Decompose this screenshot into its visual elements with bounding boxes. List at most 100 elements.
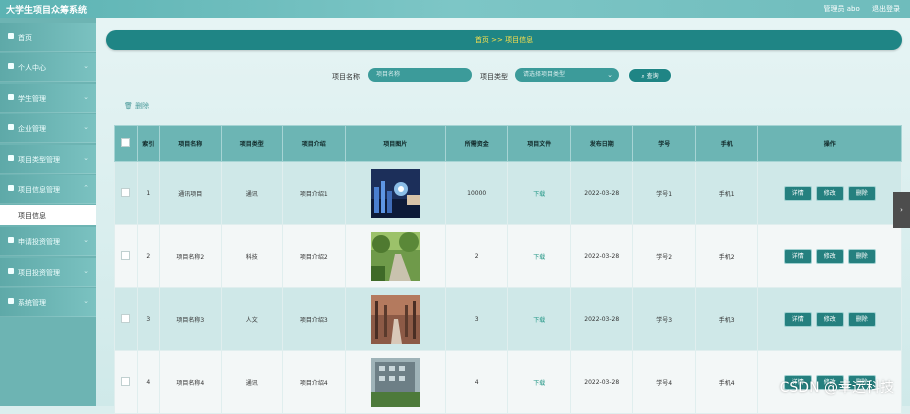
chevron-down-icon: ⌄ <box>83 267 89 275</box>
sidebar-item-label: 项目类型管理 <box>18 156 60 164</box>
detail-button[interactable]: 详情 <box>783 185 812 201</box>
sidebar-item-apply-invest[interactable]: 申请投资管理 ⌄ <box>0 227 96 256</box>
main-content: 首页 >> 项目信息 项目名称 项目名称 项目类型 请选择项目类型 ⌄ ⌕ 查询… <box>96 18 910 414</box>
header-student-no: 学号 <box>632 125 696 162</box>
cell-student-no: 学号4 <box>632 350 696 414</box>
sidebar-item-label: 个人中心 <box>18 64 46 72</box>
header-phone: 手机 <box>694 125 759 162</box>
apps-icon <box>8 298 14 304</box>
cell-actions: 详情 修改 删除 <box>757 287 902 351</box>
edit-button[interactable]: 修改 <box>815 248 844 264</box>
cell-date: 2022-03-28 <box>569 161 634 225</box>
project-name-label: 项目名称 <box>332 73 360 81</box>
row-checkbox[interactable] <box>121 250 131 260</box>
sidebar-item-label: 学生管理 <box>18 95 46 103</box>
chevron-down-icon: ⌄ <box>83 93 89 101</box>
sidebar-item-home[interactable]: 首页 <box>0 23 96 52</box>
cell-name: 通讯项目 <box>159 161 222 225</box>
sidebar: 首页 个人中心 ⌄ 学生管理 ⌄ 企业管理 ⌄ 项目类型管理 ⌄ 项目信息管理 … <box>0 18 96 406</box>
sidebar-item-label: 首页 <box>18 34 32 42</box>
query-button-label: 查询 <box>646 73 659 80</box>
edit-button[interactable]: 修改 <box>815 185 844 201</box>
sidebar-item-project-info[interactable]: 项目信息管理 ⌃ <box>0 175 96 204</box>
cell-funds: 10000 <box>444 161 509 225</box>
cell-student-no: 学号2 <box>632 224 696 288</box>
detail-button[interactable]: 详情 <box>783 311 812 327</box>
project-type-label: 项目类型 <box>480 73 508 81</box>
cell-name: 项目名称2 <box>159 224 222 288</box>
project-image-avenue[interactable] <box>370 294 420 344</box>
row-checkbox[interactable] <box>121 187 131 197</box>
batch-delete-button[interactable]: 🗑 删除 <box>124 101 149 111</box>
cell-type: 通讯 <box>220 161 284 225</box>
search-bar: 项目名称 项目名称 项目类型 请选择项目类型 ⌄ ⌕ 查询 <box>96 68 910 84</box>
cell-intro: 项目介绍4 <box>282 350 346 414</box>
header-select-all[interactable] <box>114 125 138 162</box>
header-file: 项目文件 <box>507 125 571 162</box>
cell-student-no: 学号1 <box>632 161 696 225</box>
delete-button[interactable]: 删除 <box>847 185 876 201</box>
project-type-select[interactable]: 请选择项目类型 ⌄ <box>515 68 619 82</box>
app-title: 大学生项目众筹系统 <box>6 6 88 16</box>
download-link[interactable]: 下载 <box>533 380 545 387</box>
sidebar-item-label: 企业管理 <box>18 125 46 133</box>
apps-icon <box>8 268 14 274</box>
sidebar-item-label: 系统管理 <box>18 299 46 307</box>
project-image-building[interactable] <box>370 357 420 407</box>
sidebar-item-system[interactable]: 系统管理 ⌄ <box>0 288 96 317</box>
list-icon <box>8 237 14 243</box>
search-icon: ⌕ <box>641 73 645 80</box>
project-image-tech[interactable] <box>370 168 420 218</box>
cell-phone: 手机2 <box>694 224 759 288</box>
header-image: 项目图片 <box>344 125 446 162</box>
chevron-down-icon: ⌄ <box>607 71 613 79</box>
cell-type: 科技 <box>220 224 284 288</box>
sidebar-item-companies[interactable]: 企业管理 ⌄ <box>0 114 96 143</box>
cell-type: 通讯 <box>220 350 284 414</box>
cell-image <box>344 224 446 288</box>
sidebar-item-project-types[interactable]: 项目类型管理 ⌄ <box>0 145 96 174</box>
query-button[interactable]: ⌕ 查询 <box>628 68 672 83</box>
delete-button[interactable]: 删除 <box>847 248 876 264</box>
cell-funds: 2 <box>444 224 509 288</box>
select-all-checkbox[interactable] <box>121 138 131 147</box>
project-type-placeholder: 请选择项目类型 <box>523 71 566 78</box>
edit-button[interactable]: 修改 <box>815 311 844 327</box>
cell-image <box>344 350 446 414</box>
cell-funds: 4 <box>444 350 509 414</box>
cell-date: 2022-03-28 <box>569 287 634 351</box>
cell-name: 项目名称4 <box>159 350 222 414</box>
cell-phone: 手机3 <box>694 287 759 351</box>
download-link[interactable]: 下载 <box>533 254 545 261</box>
sidebar-item-project-invest[interactable]: 项目投资管理 ⌄ <box>0 258 96 287</box>
chevron-down-icon: ⌄ <box>83 297 89 305</box>
table-header-row: 索引 项目名称 项目类型 项目介绍 项目图片 所需资金 项目文件 发布日期 学号… <box>114 125 902 162</box>
detail-button[interactable]: 详情 <box>783 248 812 264</box>
user-label: 管理员 abo <box>823 5 860 13</box>
project-name-input[interactable]: 项目名称 <box>368 68 472 82</box>
row-checkbox[interactable] <box>121 376 131 386</box>
breadcrumb-home[interactable]: 首页 <box>475 36 489 44</box>
cell-intro: 项目介绍3 <box>282 287 346 351</box>
sidebar-item-students[interactable]: 学生管理 ⌄ <box>0 84 96 113</box>
cell-intro: 项目介绍2 <box>282 224 346 288</box>
side-panel-toggle[interactable]: › <box>893 192 910 228</box>
chevron-down-icon: ⌄ <box>83 62 89 70</box>
cell-intro: 项目介绍1 <box>282 161 346 225</box>
delete-button[interactable]: 删除 <box>847 311 876 327</box>
sidebar-item-label: 项目信息管理 <box>18 186 60 194</box>
sidebar-subitem-project-info[interactable]: 项目信息 <box>0 205 96 225</box>
cell-index: 1 <box>136 161 161 225</box>
row-checkbox[interactable] <box>121 313 131 323</box>
table-row: 2 项目名称2 科技 项目介绍2 2 下载 2022-03-28 学号2 手机2… <box>114 224 902 288</box>
header-intro: 项目介绍 <box>282 125 346 162</box>
header-actions: 操作 <box>757 125 902 162</box>
download-link[interactable]: 下载 <box>533 317 545 324</box>
cell-phone: 手机4 <box>694 350 759 414</box>
project-image-garden[interactable] <box>370 231 420 281</box>
logout-link[interactable]: 退出登录 <box>872 5 900 13</box>
top-right-area: 管理员 abo 退出登录 <box>814 4 900 14</box>
sidebar-item-personal[interactable]: 个人中心 ⌄ <box>0 53 96 82</box>
batch-delete-label: 删除 <box>135 102 150 110</box>
download-link[interactable]: 下载 <box>533 191 545 198</box>
